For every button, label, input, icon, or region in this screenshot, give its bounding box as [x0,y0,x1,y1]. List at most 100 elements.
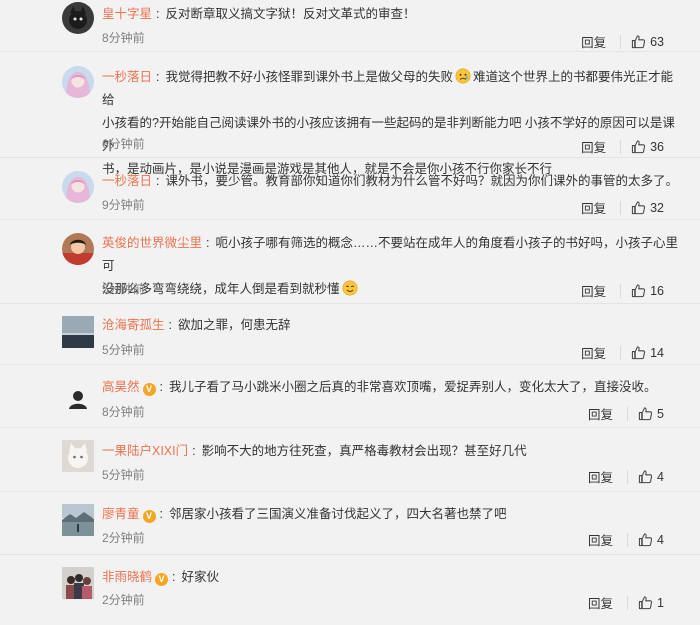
username-link[interactable]: 皇十字星 [102,7,152,21]
like-button[interactable]: 1 [638,595,664,610]
username-link[interactable]: 英俊的世界微尘里 [102,236,202,250]
like-button[interactable]: 32 [631,200,664,215]
action-divider [620,200,622,215]
reply-button[interactable]: 回复 [588,593,613,612]
like-count: 16 [650,283,664,298]
comment-actions: 回复 5 [588,404,664,423]
avatar-white-cat[interactable] [62,440,94,472]
username-link[interactable]: 廖青童 [102,507,140,521]
avatar-lake-landscape[interactable] [62,504,94,536]
sad-face-emoji-icon [455,68,471,84]
avatar-dark-cat[interactable] [62,2,94,34]
verified-badge-icon: V [142,510,156,523]
comment-body: 皇十字星: 反对断章取义搞文字狱！反对文革式的审查！ [102,7,416,21]
thumbs-up-icon [638,470,653,484]
reply-button[interactable]: 回复 [581,198,606,217]
username-link[interactable]: 一秒落日 [102,70,152,84]
avatar-group-photo[interactable] [62,567,94,599]
avatar-anime-girl[interactable] [62,66,94,98]
avatar-child-photo[interactable] [62,233,94,265]
like-button[interactable]: 63 [631,34,664,49]
avatar-seascape[interactable] [62,316,94,348]
verified-badge-icon: V [142,383,156,396]
comment-time: 9分钟前 [102,198,145,212]
comment-item: 非雨晓鹤 V: 好家伙 2分钟前 回复 1 [0,556,700,625]
action-divider [627,595,629,610]
like-button[interactable]: 16 [631,283,664,298]
username-link[interactable]: 一果陆户XIXI门 [102,444,188,458]
like-count: 14 [650,345,664,360]
comment-time: 8分钟前 [102,405,145,419]
comment-item: 高昊然 V: 我儿子看了马小跳米小圈之后真的非常喜欢顶嘴，爱捉弄别人，变化太大了，直… [0,366,700,428]
comment-text: 邻居家小孩看了三国演义准备讨伐起义了，四大名著也禁了吧 [169,507,507,521]
like-count: 5 [657,406,664,421]
thumbs-up-icon [631,140,646,154]
comment-text: 好家伙 [181,570,220,584]
like-button[interactable]: 36 [631,139,664,154]
comment-text: 我儿子看了马小跳米小圈之后真的非常喜欢顶嘴，爱捉弄别人，变化太大了，直接没收。 [169,380,657,394]
comment-actions: 回复 16 [581,281,664,300]
comment-item: 英俊的世界微尘里: 呃小孩子哪有筛选的概念……不要站在成年人的角度看小孩子的书好吗… [0,221,700,304]
comment-body: 一果陆户XIXI门: 影响不大的地方往死查，真严格毒教材会出现？甚至好几代 [102,444,527,458]
thumbs-up-icon [631,346,646,360]
comment-item: 一秒落日: 我觉得把教不好小孩怪罪到课外书上是做父母的失败 难道这个世界上的书都要伟… [0,53,700,176]
comment-time: 5分钟前 [102,343,145,357]
comment-time: 2分钟前 [102,531,145,545]
username-link[interactable]: 一秒落日 [102,174,152,188]
like-button[interactable]: 4 [638,469,664,484]
like-button[interactable]: 14 [631,345,664,360]
comment-actions: 回复 63 [581,32,664,51]
comment-list: 皇十字星: 反对断章取义搞文字狱！反对文革式的审查！ 8分钟前 回复 63 一秒落… [0,0,700,625]
comment-actions: 回复 32 [581,198,664,217]
comment-actions: 回复 36 [581,137,664,156]
thumbs-up-icon [638,596,653,610]
comment-text: 课外书，要少管。教育部你知道你们教材为什么管不好吗？就因为你们课外的事管的太多了… [165,174,679,188]
comment-time: 2分钟前 [102,593,145,607]
smile-emoji-icon [342,280,358,296]
action-divider [627,406,629,421]
comment-actions: 回复 14 [581,343,664,362]
avatar-person-silhouette[interactable] [62,377,94,409]
reply-button[interactable]: 回复 [581,343,606,362]
like-count: 32 [650,200,664,215]
comment-text: 我觉得把教不好小孩怪罪到课外书上是做父母的失败 [165,70,454,84]
comment-body: 廖青童 V: 邻居家小孩看了三国演义准备讨伐起义了，四大名著也禁了吧 [102,507,507,523]
reply-button[interactable]: 回复 [581,32,606,51]
like-button[interactable]: 4 [638,532,664,547]
action-divider [620,283,622,298]
action-divider [620,34,622,49]
comment-item: 沧海寄孤生: 欲加之罪，何患无辞 5分钟前 回复 14 [0,305,700,365]
reply-button[interactable]: 回复 [588,530,613,549]
thumbs-up-icon [631,35,646,49]
comment-item: 廖青童 V: 邻居家小孩看了三国演义准备讨伐起义了，四大名著也禁了吧 2分钟前 回复… [0,493,700,555]
comment-actions: 回复 4 [588,530,664,549]
action-divider [620,345,622,360]
comment-item: 一秒落日: 课外书，要少管。教育部你知道你们教材为什么管不好吗？就因为你们课外的事… [0,159,700,220]
reply-button[interactable]: 回复 [588,404,613,423]
username-link[interactable]: 高昊然 [102,380,140,394]
comment-item: 皇十字星: 反对断章取义搞文字狱！反对文革式的审查！ 8分钟前 回复 63 [0,0,700,52]
username-link[interactable]: 沧海寄孤生 [102,318,165,332]
comment-body: 一秒落日: 课外书，要少管。教育部你知道你们教材为什么管不好吗？就因为你们课外的事… [102,174,679,188]
like-button[interactable]: 5 [638,406,664,421]
thumbs-up-icon [631,201,646,215]
comment-actions: 回复 1 [588,593,664,612]
comment-time: 5分钟前 [102,468,145,482]
comment-body: 非雨晓鹤 V: 好家伙 [102,570,220,586]
verified-badge-icon: V [155,573,169,586]
comment-time: 8分钟前 [102,31,145,45]
username-link[interactable]: 非雨晓鹤 [102,570,152,584]
like-count: 4 [657,532,664,547]
like-count: 36 [650,139,664,154]
action-divider [627,469,629,484]
like-count: 1 [657,595,664,610]
like-count: 4 [657,469,664,484]
comment-text: 影响不大的地方往死查，真严格毒教材会出现？甚至好几代 [201,444,527,458]
avatar-anime-girl[interactable] [62,171,94,203]
reply-button[interactable]: 回复 [588,467,613,486]
reply-button[interactable]: 回复 [581,281,606,300]
comment-text: 反对断章取义搞文字狱！反对文革式的审查！ [165,7,416,21]
reply-button[interactable]: 回复 [581,137,606,156]
thumbs-up-icon [638,533,653,547]
comment-item: 一果陆户XIXI门: 影响不大的地方往死查，真严格毒教材会出现？甚至好几代 5分钟… [0,429,700,492]
